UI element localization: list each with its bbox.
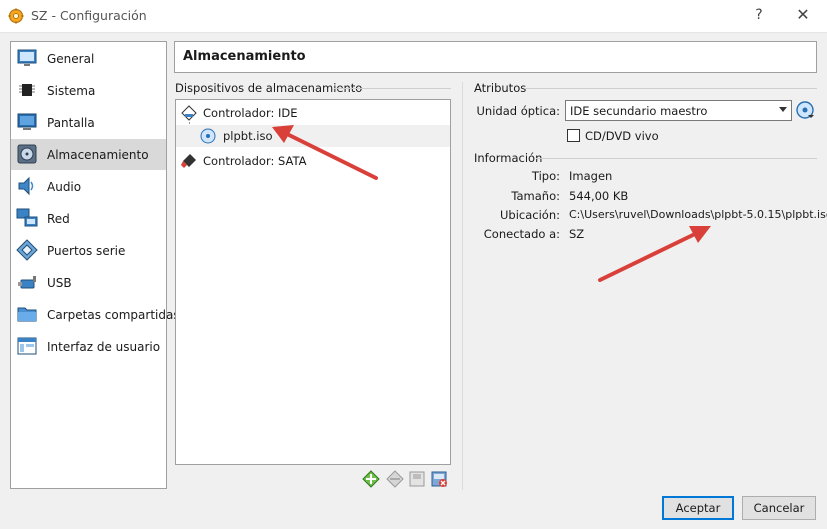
display-icon	[17, 113, 37, 130]
sidebar-item-label: Audio	[47, 180, 82, 194]
location-label: Ubicación:	[500, 208, 560, 222]
optical-drive-label: Unidad óptica:	[476, 104, 561, 118]
sidebar-item-almacenamiento[interactable]: Almacenamiento	[11, 139, 166, 170]
live-cd-checkbox[interactable]	[567, 129, 580, 142]
type-label: Tipo:	[531, 169, 560, 183]
virtualbox-gear-icon	[8, 8, 24, 24]
sidebar-item-label: Almacenamiento	[47, 148, 149, 162]
annotation-arrow	[598, 226, 711, 282]
tree-item-plpbt-iso[interactable]: plpbt.iso	[176, 125, 450, 147]
attached-to-label: Conectado a:	[483, 227, 560, 241]
storage-tree[interactable]: Controlador: IDE plpbt.iso Controlador: …	[175, 99, 451, 465]
tree-item-label: plpbt.iso	[223, 129, 273, 143]
chevron-down-icon	[779, 107, 787, 112]
tree-item-label: Controlador: IDE	[203, 106, 298, 120]
add-controller-icon[interactable]	[362, 470, 380, 488]
sidebar-item-label: Interfaz de usuario	[47, 340, 161, 354]
add-attachment-icon[interactable]	[408, 470, 426, 488]
sidebar-item-usb[interactable]: USB	[11, 267, 166, 298]
group-separator	[334, 88, 451, 89]
type-value: Imagen	[569, 169, 613, 183]
ui-window-icon	[17, 337, 37, 355]
optical-drive-value: IDE secundario maestro	[570, 104, 708, 118]
folder-icon	[17, 307, 37, 322]
sidebar-item-label: General	[47, 52, 95, 66]
sidebar-item-puertos-serie[interactable]: Puertos serie	[11, 235, 166, 266]
remove-controller-icon[interactable]	[386, 470, 404, 488]
sidebar-item-audio[interactable]: Audio	[11, 171, 166, 202]
sidebar-item-general[interactable]: General	[11, 43, 166, 74]
title-bar: SZ - Configuración ? ✕	[0, 0, 827, 33]
sidebar-item-sistema[interactable]: Sistema	[11, 75, 166, 106]
window-title: SZ - Configuración	[31, 8, 147, 23]
close-button[interactable]: ✕	[790, 5, 816, 25]
page-header: Almacenamiento	[174, 41, 817, 73]
sidebar-item-label: Pantalla	[47, 116, 95, 130]
speaker-icon	[18, 176, 34, 196]
sidebar-item-interfaz-de-usuario[interactable]: Interfaz de usuario	[11, 331, 166, 362]
choose-disc-icon[interactable]	[796, 101, 814, 119]
chip-icon	[19, 84, 35, 96]
monitor-icon	[17, 49, 37, 66]
settings-sidebar: General Sistema Pantalla Almacenamiento …	[10, 41, 180, 489]
ok-button[interactable]: Aceptar	[662, 496, 734, 520]
serial-port-icon	[16, 239, 38, 261]
sidebar-item-label: Red	[47, 212, 70, 226]
live-cd-label: CD/DVD vivo	[585, 129, 659, 143]
tree-item-sata-controller[interactable]: Controlador: SATA	[176, 150, 450, 172]
tree-item-label: Controlador: SATA	[203, 154, 307, 168]
panel-divider	[462, 82, 463, 490]
size-value: 544,00 KB	[569, 189, 629, 203]
location-value: C:\Users\ruvel\Downloads\plpbt-5.0.15\pl…	[569, 208, 827, 221]
group-separator	[524, 88, 817, 89]
ide-controller-icon	[181, 105, 197, 121]
size-label: Tamaño:	[511, 189, 560, 203]
information-group-label: Información	[474, 151, 543, 165]
disk-icon	[17, 144, 37, 164]
tree-item-ide-controller[interactable]: Controlador: IDE	[176, 102, 450, 124]
sidebar-item-label: Sistema	[47, 84, 96, 98]
sidebar-item-label: Carpetas compartidas	[47, 308, 180, 322]
attributes-group-label: Atributos	[474, 81, 527, 95]
page-title: Almacenamiento	[183, 49, 306, 64]
optical-drive-select[interactable]: IDE secundario maestro	[565, 100, 792, 121]
group-separator	[536, 158, 817, 159]
help-button[interactable]: ?	[748, 5, 770, 25]
attached-to-value: SZ	[569, 227, 585, 241]
usb-icon	[18, 276, 36, 289]
sidebar-item-pantalla[interactable]: Pantalla	[11, 107, 166, 138]
remove-attachment-icon[interactable]	[430, 470, 448, 488]
sidebar-item-red[interactable]: Red	[11, 203, 166, 234]
sata-controller-icon	[181, 154, 196, 168]
network-icon	[16, 208, 38, 227]
cancel-button[interactable]: Cancelar	[742, 496, 816, 520]
sidebar-item-carpetas-compartidas[interactable]: Carpetas compartidas	[11, 299, 180, 330]
optical-disc-icon	[200, 128, 216, 144]
sidebar-item-label: USB	[47, 276, 72, 290]
sidebar-item-label: Puertos serie	[47, 244, 126, 258]
